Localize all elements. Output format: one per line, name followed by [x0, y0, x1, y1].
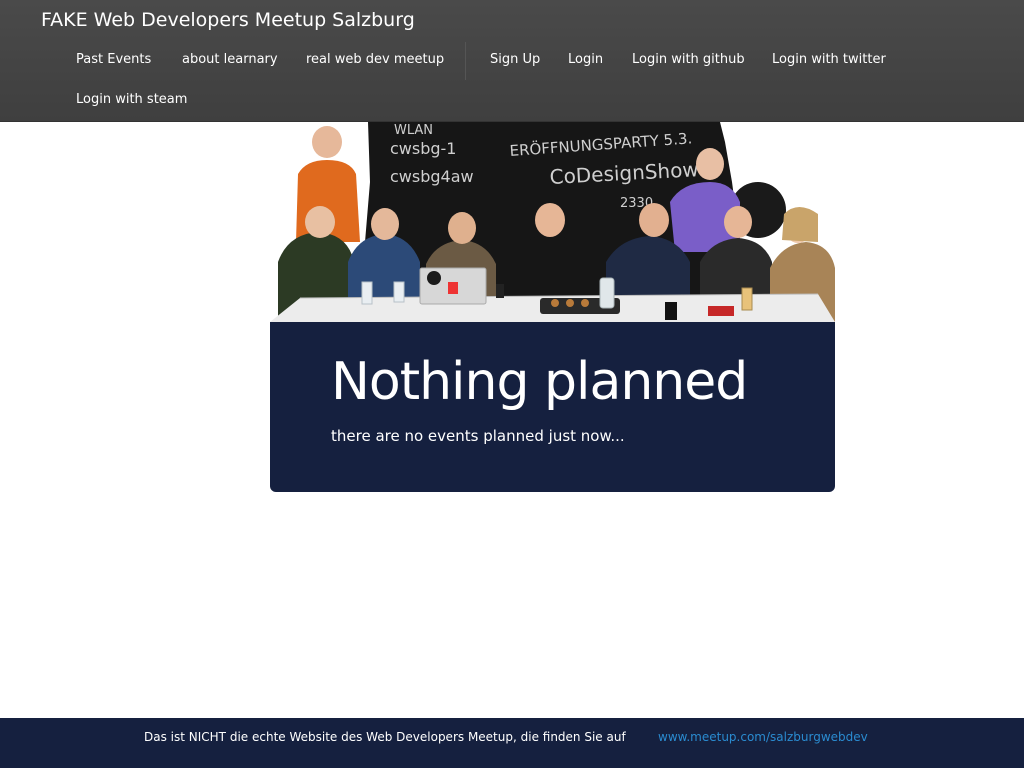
- hero-group-photo: WLAN cwsbg-1 cwsbg4aw ERÖFFNUNGSPARTY 5.…: [270, 122, 835, 322]
- footer-notice: Das ist NICHT die echte Website des Web …: [144, 730, 626, 744]
- group-photo-illustration: WLAN cwsbg-1 cwsbg4aw ERÖFFNUNGSPARTY 5.…: [270, 122, 835, 322]
- nav-login-github[interactable]: Login with github: [632, 52, 745, 67]
- nav-about-learnary[interactable]: about learnary: [182, 52, 278, 67]
- chalk-text-3: cwsbg4aw: [390, 167, 474, 186]
- chalk-text-2: cwsbg-1: [390, 139, 456, 158]
- nav-past-events[interactable]: Past Events: [76, 52, 151, 67]
- nav-sign-up[interactable]: Sign Up: [490, 52, 540, 67]
- nav-login-twitter[interactable]: Login with twitter: [772, 52, 886, 67]
- nav-login[interactable]: Login: [568, 52, 603, 67]
- navbar: FAKE Web Developers Meetup Salzburg Past…: [0, 0, 1024, 122]
- nav-divider: [465, 42, 466, 80]
- footer: Das ist NICHT die echte Website des Web …: [0, 718, 1024, 768]
- brand-link[interactable]: FAKE Web Developers Meetup Salzburg: [41, 9, 415, 31]
- chalk-text-1: WLAN: [394, 123, 433, 138]
- jumbotron-title: Nothing planned: [331, 352, 748, 412]
- nav-login-steam[interactable]: Login with steam: [76, 92, 187, 107]
- jumbotron-subtitle: there are no events planned just now...: [331, 427, 625, 445]
- footer-meetup-link[interactable]: www.meetup.com/salzburgwebdev: [658, 730, 868, 744]
- nav-real-web-dev-meetup[interactable]: real web dev meetup: [306, 52, 444, 67]
- jumbotron: Nothing planned there are no events plan…: [270, 322, 835, 492]
